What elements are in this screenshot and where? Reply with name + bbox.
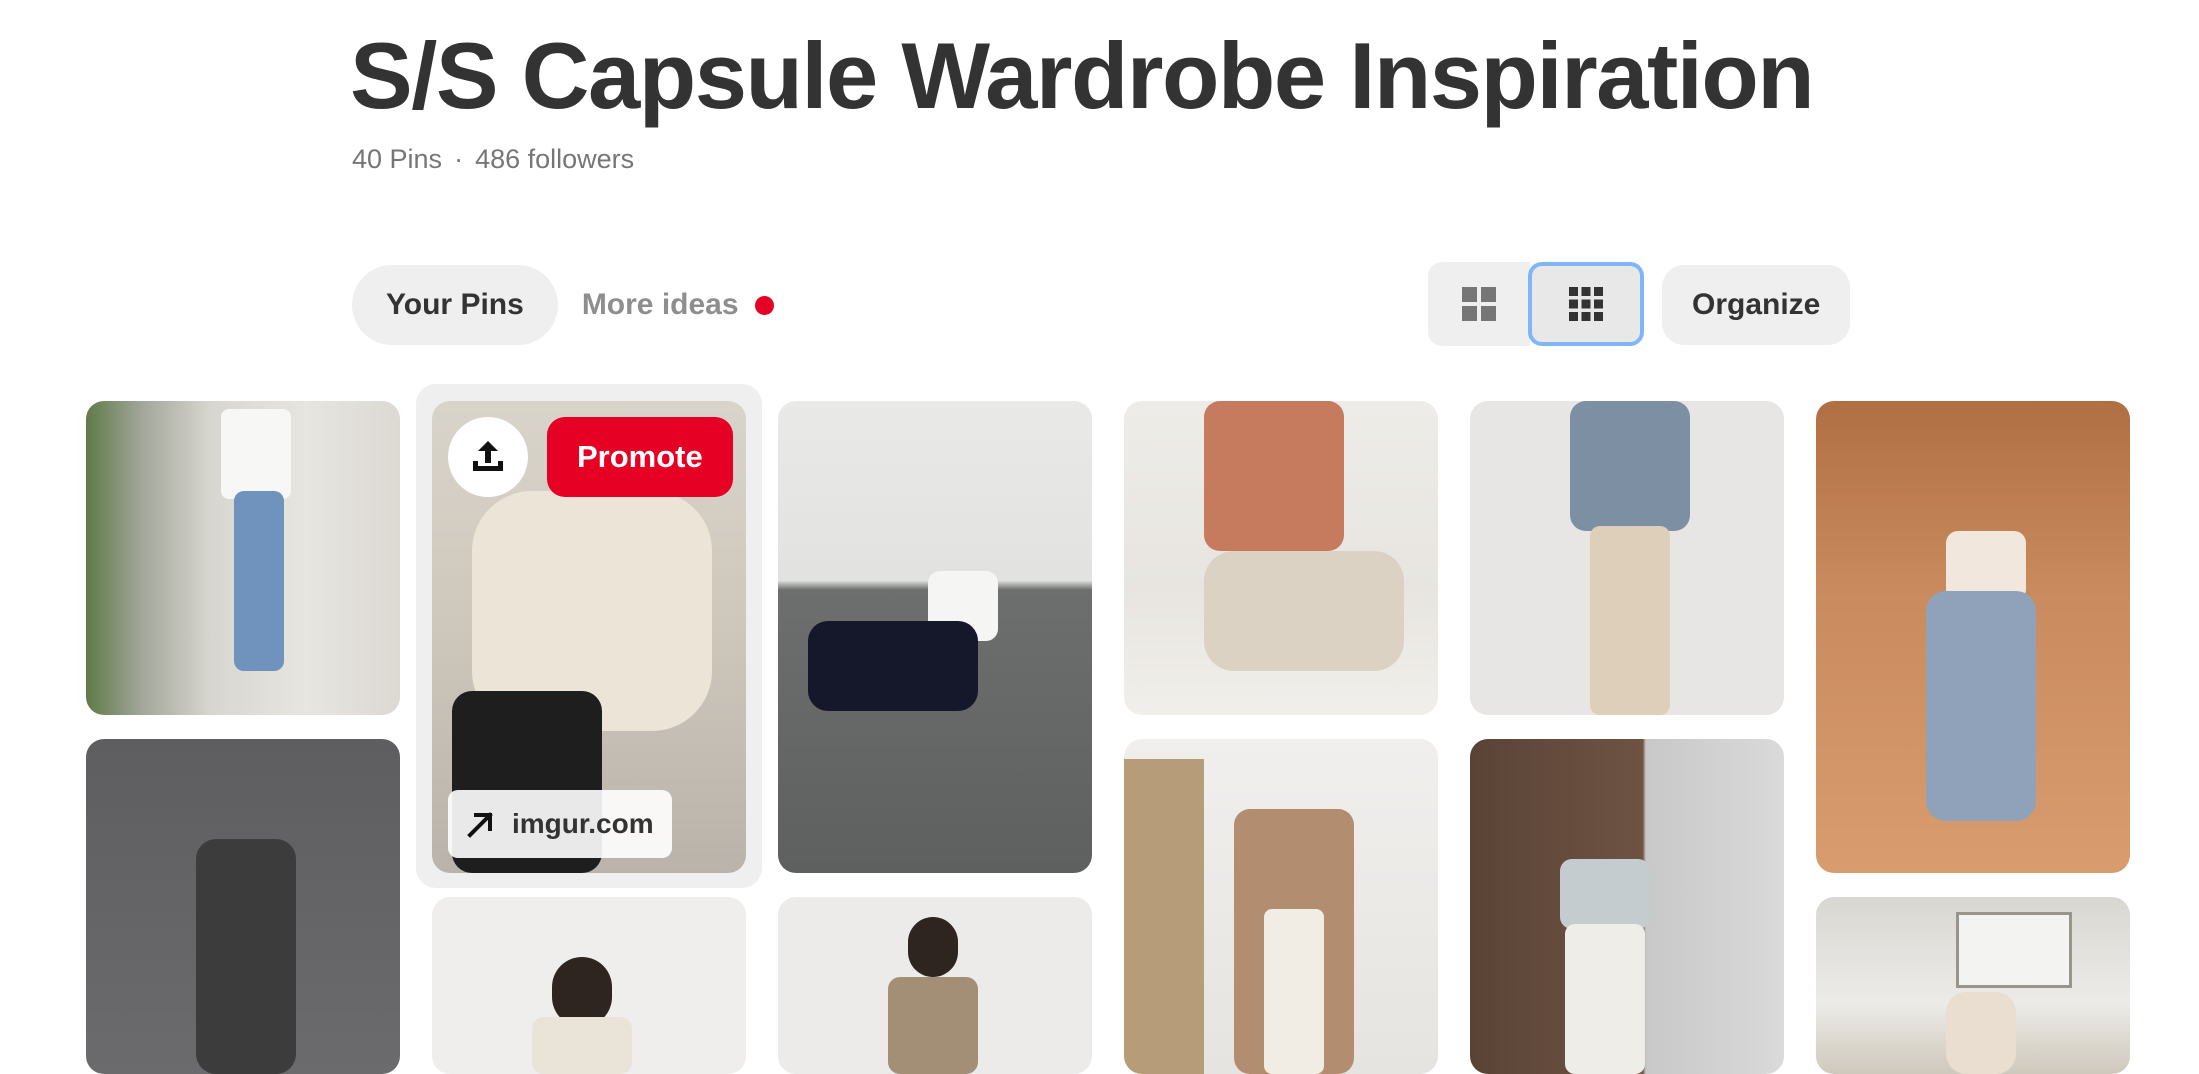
grid-3x3-icon	[1569, 287, 1603, 321]
tab-more-ideas[interactable]: More ideas	[564, 265, 792, 345]
share-button[interactable]	[448, 417, 528, 497]
pin-card[interactable]	[778, 897, 1092, 1074]
followers-link[interactable]: 486 followers	[475, 144, 634, 174]
notification-dot	[754, 295, 774, 315]
pin-card[interactable]	[1816, 897, 2130, 1074]
pin-card[interactable]	[86, 401, 400, 715]
pin-card[interactable]	[432, 897, 746, 1074]
pin-card[interactable]	[86, 739, 400, 1074]
pin-card[interactable]	[1470, 739, 1784, 1074]
pin-card[interactable]	[1124, 739, 1438, 1074]
pin-card[interactable]	[1470, 401, 1784, 715]
board-title: S/S Capsule Wardrobe Inspiration	[350, 23, 1815, 128]
upload-icon	[473, 441, 503, 471]
arrow-up-right-icon	[467, 812, 493, 838]
default-view-button[interactable]	[1428, 262, 1530, 346]
grid-2x2-icon	[1462, 287, 1496, 321]
pin-card[interactable]	[1816, 401, 2130, 873]
tab-your-pins[interactable]: Your Pins	[352, 265, 558, 345]
pin-card[interactable]	[1124, 401, 1438, 715]
view-toggle	[1428, 262, 1644, 346]
pin-card[interactable]	[778, 401, 1092, 873]
pins-count: 40 Pins	[352, 144, 443, 174]
organize-button[interactable]: Organize	[1662, 265, 1851, 345]
promote-button[interactable]: Promote	[547, 417, 733, 497]
meta-separator: ·	[454, 144, 464, 174]
board-tabs: Your Pins More ideas	[352, 265, 792, 345]
pin-source-domain: imgur.com	[512, 808, 654, 839]
compact-view-button[interactable]	[1528, 262, 1644, 346]
board-meta: 40 Pins · 486 followers	[352, 144, 634, 175]
tab-more-ideas-label: More ideas	[581, 288, 739, 321]
pin-source-link[interactable]: imgur.com	[448, 790, 672, 858]
